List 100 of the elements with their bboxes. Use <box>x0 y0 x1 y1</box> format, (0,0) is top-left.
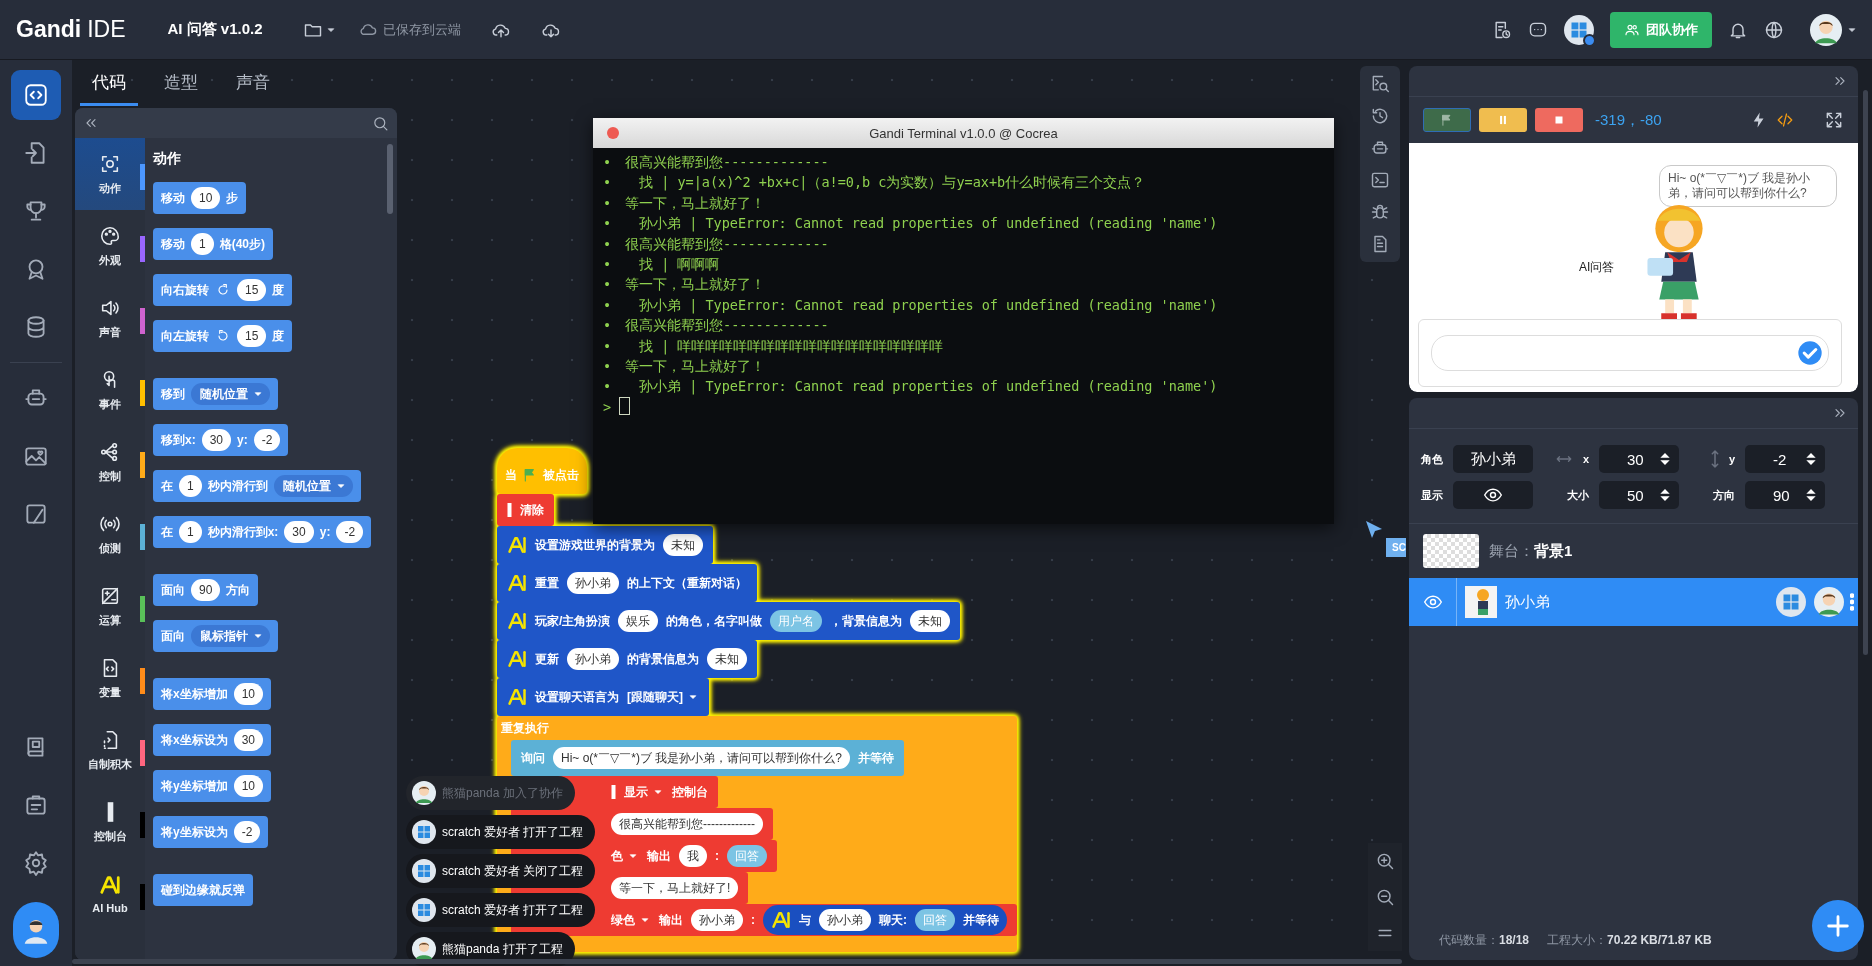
block-input[interactable]: 15 <box>237 325 267 347</box>
terminal-line: 等一下，马上就好了！ <box>625 275 765 295</box>
motion-block[interactable]: 面向 鼠标指针 <box>153 620 278 652</box>
block-input[interactable]: -2 <box>233 821 261 843</box>
category-tab[interactable]: 声音 <box>75 282 145 354</box>
submit-button[interactable] <box>1796 339 1824 367</box>
block-input[interactable]: -2 <box>336 521 364 543</box>
block-input[interactable]: 30 <box>233 729 264 751</box>
block-text: 控制台 <box>672 783 708 801</box>
motion-block[interactable]: 在 1 秒内滑行到x: 30 y: -2 <box>153 516 372 548</box>
category-tab[interactable]: 自制积木 <box>75 714 145 786</box>
block-dropdown[interactable]: 显示 <box>624 783 664 801</box>
block-input[interactable]: 15 <box>237 279 267 301</box>
run-flag-button[interactable] <box>1423 108 1471 132</box>
motion-block[interactable]: 移动 1 格(40步) <box>153 228 274 260</box>
block-input[interactable]: 我 <box>679 845 707 867</box>
block-input[interactable]: 等一下，马上就好了! <box>611 877 739 899</box>
code-icon <box>1776 111 1794 129</box>
motion-block[interactable]: 将x坐标设为 30 <box>153 724 272 756</box>
block-dropdown[interactable]: 绿色 <box>611 911 651 929</box>
motion-block[interactable]: 在 1 秒内滑行到 随机位置 <box>153 470 361 502</box>
block-input[interactable]: 30 <box>284 521 314 543</box>
block-input[interactable]: 1 <box>179 521 202 543</box>
block-dropdown[interactable]: 色 <box>611 847 639 865</box>
answer-field[interactable] <box>1431 335 1829 371</box>
block-input[interactable]: -2 <box>253 429 281 451</box>
close-button[interactable] <box>607 127 619 139</box>
motion-block[interactable]: 移到 随机位置 <box>153 378 278 410</box>
block-input[interactable]: 1 <box>191 233 214 255</box>
category-tab[interactable]: 控制 <box>75 426 145 498</box>
backdrop-thumbnail[interactable] <box>1423 534 1479 568</box>
visibility-toggle[interactable] <box>1453 481 1533 509</box>
block-input[interactable]: 10 <box>233 775 264 797</box>
block-dropdown[interactable]: 鼠标指针 <box>191 625 270 647</box>
motion-block[interactable]: 将y坐标设为 -2 <box>153 816 269 848</box>
search-button[interactable] <box>372 114 389 132</box>
block-dropdown[interactable]: 随机位置 <box>273 475 353 497</box>
motion-block[interactable]: 将x坐标增加 10 <box>153 678 272 710</box>
editor-tab[interactable]: 造型 <box>152 71 210 106</box>
block-input[interactable]: 未知 <box>663 534 703 556</box>
block-dropdown[interactable]: [跟随聊天] <box>627 688 699 706</box>
block-input[interactable]: 未知 <box>910 610 951 632</box>
ai-block[interactable]: 重置 孙小弟 的上下文（重新对话） <box>497 564 757 602</box>
block-input[interactable]: 10 <box>233 683 264 705</box>
globe-icon <box>1764 19 1784 40</box>
add-sprite-button[interactable] <box>1812 900 1864 952</box>
stop-button[interactable] <box>1535 108 1583 132</box>
number-field[interactable]: -2 <box>1745 445 1825 473</box>
ask-block[interactable]: 询问 Hi~ o(*￣▽￣*)ブ 我是孙小弟，请问可以帮到你什么? 并等待 <box>511 740 904 776</box>
palette-icon <box>99 224 121 247</box>
number-field[interactable]: 90 <box>1745 481 1825 509</box>
code-button[interactable] <box>1776 111 1794 129</box>
scrollbar[interactable] <box>72 959 1402 964</box>
block-input[interactable]: 娱乐 <box>618 610 659 632</box>
motion-block[interactable]: 面向 90 方向 <box>153 574 259 606</box>
block-input[interactable]: 10 <box>191 187 221 209</box>
scrollbar[interactable] <box>387 144 393 214</box>
nav-button[interactable] <box>11 70 61 120</box>
block-input[interactable]: 1 <box>179 475 202 497</box>
category-tab[interactable]: 控制台 <box>75 786 145 858</box>
motion-block[interactable]: 向左旋转 15 度 <box>153 320 293 352</box>
category-tab[interactable]: 运算 <box>75 570 145 642</box>
block-input[interactable]: 孙小弟 <box>819 909 871 931</box>
number-field[interactable]: 30 <box>1599 445 1679 473</box>
file-history-button[interactable] <box>1492 19 1512 40</box>
ai-block[interactable]: 玩家/主角扮演 娱乐 的角色，名字叫做 用户名 ，背景信息为 未知 <box>497 602 961 640</box>
ai-block[interactable]: 设置聊天语言为 [跟随聊天] <box>497 678 709 716</box>
motion-block[interactable]: 移动 10 步 <box>153 182 247 214</box>
block-dropdown[interactable]: 随机位置 <box>191 383 270 405</box>
category-tab[interactable]: 变量 <box>75 642 145 714</box>
block-input[interactable]: 孙小弟 <box>567 572 619 594</box>
category-tab[interactable]: 事件 <box>75 354 145 426</box>
number-field[interactable]: 50 <box>1599 481 1679 509</box>
block-input[interactable]: 很高兴能帮到您------------- <box>611 813 763 835</box>
block-input[interactable]: 孙小弟 <box>691 909 743 931</box>
ai-block[interactable]: 设置游戏世界的背景为 未知 <box>497 526 713 564</box>
category-tab[interactable]: 动作 <box>75 138 145 210</box>
scrollbar[interactable] <box>1863 90 1868 655</box>
ai-block[interactable]: 更新 孙小弟 的背景信息为 未知 <box>497 640 757 678</box>
user-menu-button[interactable] <box>1810 13 1858 46</box>
profile-button[interactable] <box>13 902 59 958</box>
category-tab[interactable]: 侦测 <box>75 498 145 570</box>
motion-block[interactable]: 将y坐标增加 10 <box>153 770 272 802</box>
ai-reporter-block[interactable]: 与 孙小弟 聊天: 回答 并等待 <box>763 905 1007 935</box>
name-field[interactable]: 孙小弟 <box>1453 445 1533 473</box>
motion-block[interactable]: 向右旋转 15 度 <box>153 274 293 306</box>
block-input[interactable]: 未知 <box>707 648 747 670</box>
terminal-line: 孙小弟 | TypeError: Cannot read properties of undefined (reading 'name') <box>638 377 1218 397</box>
console-block[interactable]: 清除 <box>497 494 554 526</box>
block-input[interactable]: 90 <box>191 579 221 601</box>
language-button[interactable] <box>1764 19 1784 40</box>
category-tab[interactable]: 外观 <box>75 210 145 282</box>
motion-block[interactable]: 移到x: 30 y: -2 <box>153 424 289 456</box>
editor-tab[interactable]: 声音 <box>224 71 282 106</box>
block-input[interactable]: 孙小弟 <box>567 648 619 670</box>
more-button[interactable] <box>1850 593 1854 611</box>
category-tab[interactable]: AI Hub <box>75 858 145 930</box>
block-input[interactable]: 30 <box>201 429 232 451</box>
block-input[interactable]: Hi~ o(*￣▽￣*)ブ 我是孙小弟，请问可以帮到你什么? <box>553 747 850 769</box>
fullscreen-button[interactable] <box>1824 110 1844 130</box>
